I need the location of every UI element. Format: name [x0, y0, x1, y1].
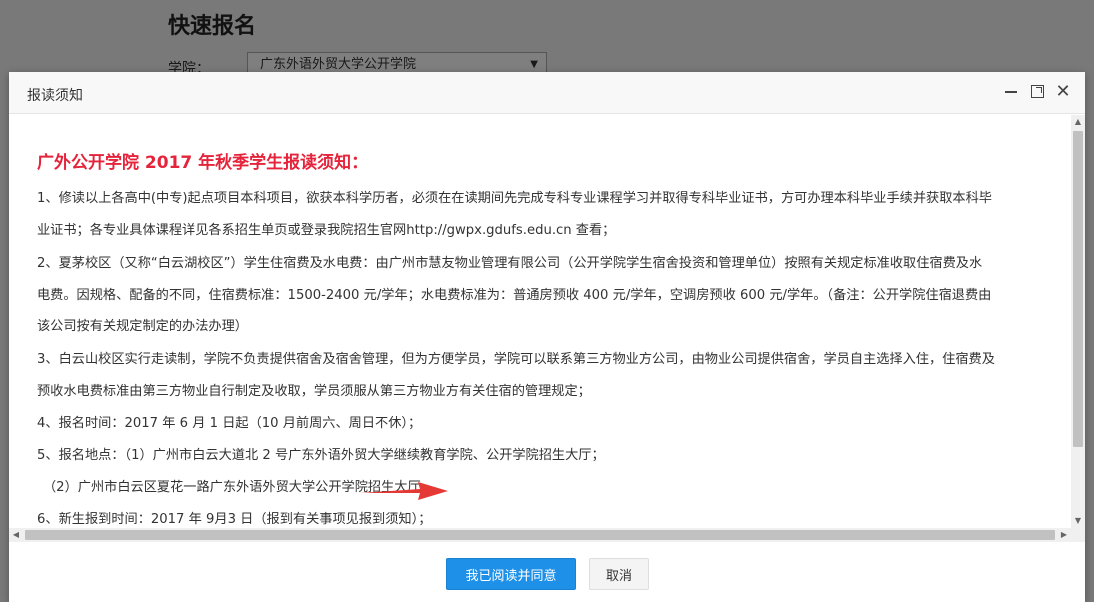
cancel-button[interactable]: 取消	[589, 558, 649, 590]
horizontal-scrollbar[interactable]: ◀ ▶	[9, 528, 1085, 542]
scroll-right-icon[interactable]: ▶	[1057, 528, 1071, 542]
notice-title: 广外公开学院 2017 年秋季学生报读须知：	[37, 153, 369, 173]
notice-line: 业证书；各专业具体课程详见各系招生单页或登录我院招生官网http://gwpx.…	[37, 223, 616, 238]
scroll-down-icon[interactable]: ▼	[1071, 514, 1085, 528]
dialog-header: 报读须知 ✕	[9, 72, 1085, 114]
scroll-left-icon[interactable]: ◀	[9, 528, 23, 542]
notice-line: 该公司按有关规定制定的办法办理）	[37, 319, 248, 334]
notice-dialog: 报读须知 ✕ 广外公开学院 2017 年秋季学生报读须知： 1、修读以上各高中(…	[9, 72, 1085, 602]
notice-line: 1、修读以上各高中(中专)起点项目本科项目，欲获本科学历者，必须在在读期间先完成…	[37, 191, 992, 206]
agree-button[interactable]: 我已阅读并同意	[446, 558, 576, 590]
dialog-title: 报读须知	[27, 88, 83, 104]
notice-line: 电费。因规格、配备的不同，住宿费标准：1500-2400 元/学年；水电费标准为…	[37, 288, 992, 303]
dialog-footer: 我已阅读并同意 取消	[9, 542, 1085, 602]
maximize-icon[interactable]	[1027, 82, 1047, 102]
minimize-icon[interactable]	[1001, 82, 1021, 102]
notice-line: 4、报名时间：2017 年 6 月 1 日起（10 月前周六、周日不休）；	[37, 416, 422, 431]
dialog-content: 广外公开学院 2017 年秋季学生报读须知： 1、修读以上各高中(中专)起点项目…	[9, 115, 1071, 528]
red-arrow-icon	[360, 482, 448, 500]
close-icon[interactable]: ✕	[1053, 82, 1073, 102]
notice-line: 预收水电费标准由第三方物业自行制定及收取，学员须服从第三方物业方有关住宿的管理规…	[37, 384, 591, 399]
vertical-scrollbar[interactable]: ▲ ▼	[1071, 115, 1085, 528]
horizontal-scroll-thumb[interactable]	[25, 530, 1055, 540]
scroll-up-icon[interactable]: ▲	[1071, 115, 1085, 129]
notice-line: 2、夏茅校区（又称“白云湖校区”）学生住宿费及水电费：由广州市慧友物业管理有限公…	[37, 256, 983, 271]
scrollbar-corner	[1071, 528, 1085, 542]
notice-line: 3、白云山校区实行走读制，学院不负责提供宿舍及宿舍管理，但为方便学员，学院可以联…	[37, 352, 995, 367]
notice-line: 5、报名地点：（1）广州市白云大道北 2 号广东外语外贸大学继续教育学院、公开学…	[37, 448, 605, 463]
notice-line: 6、新生报到时间：2017 年 9月3 日（报到有关事项见报到须知）；	[37, 512, 432, 527]
vertical-scroll-thumb[interactable]	[1073, 131, 1083, 447]
notice-line: （2）广州市白云区夏花一路广东外语外贸大学公开学院招生大厅	[43, 480, 421, 495]
